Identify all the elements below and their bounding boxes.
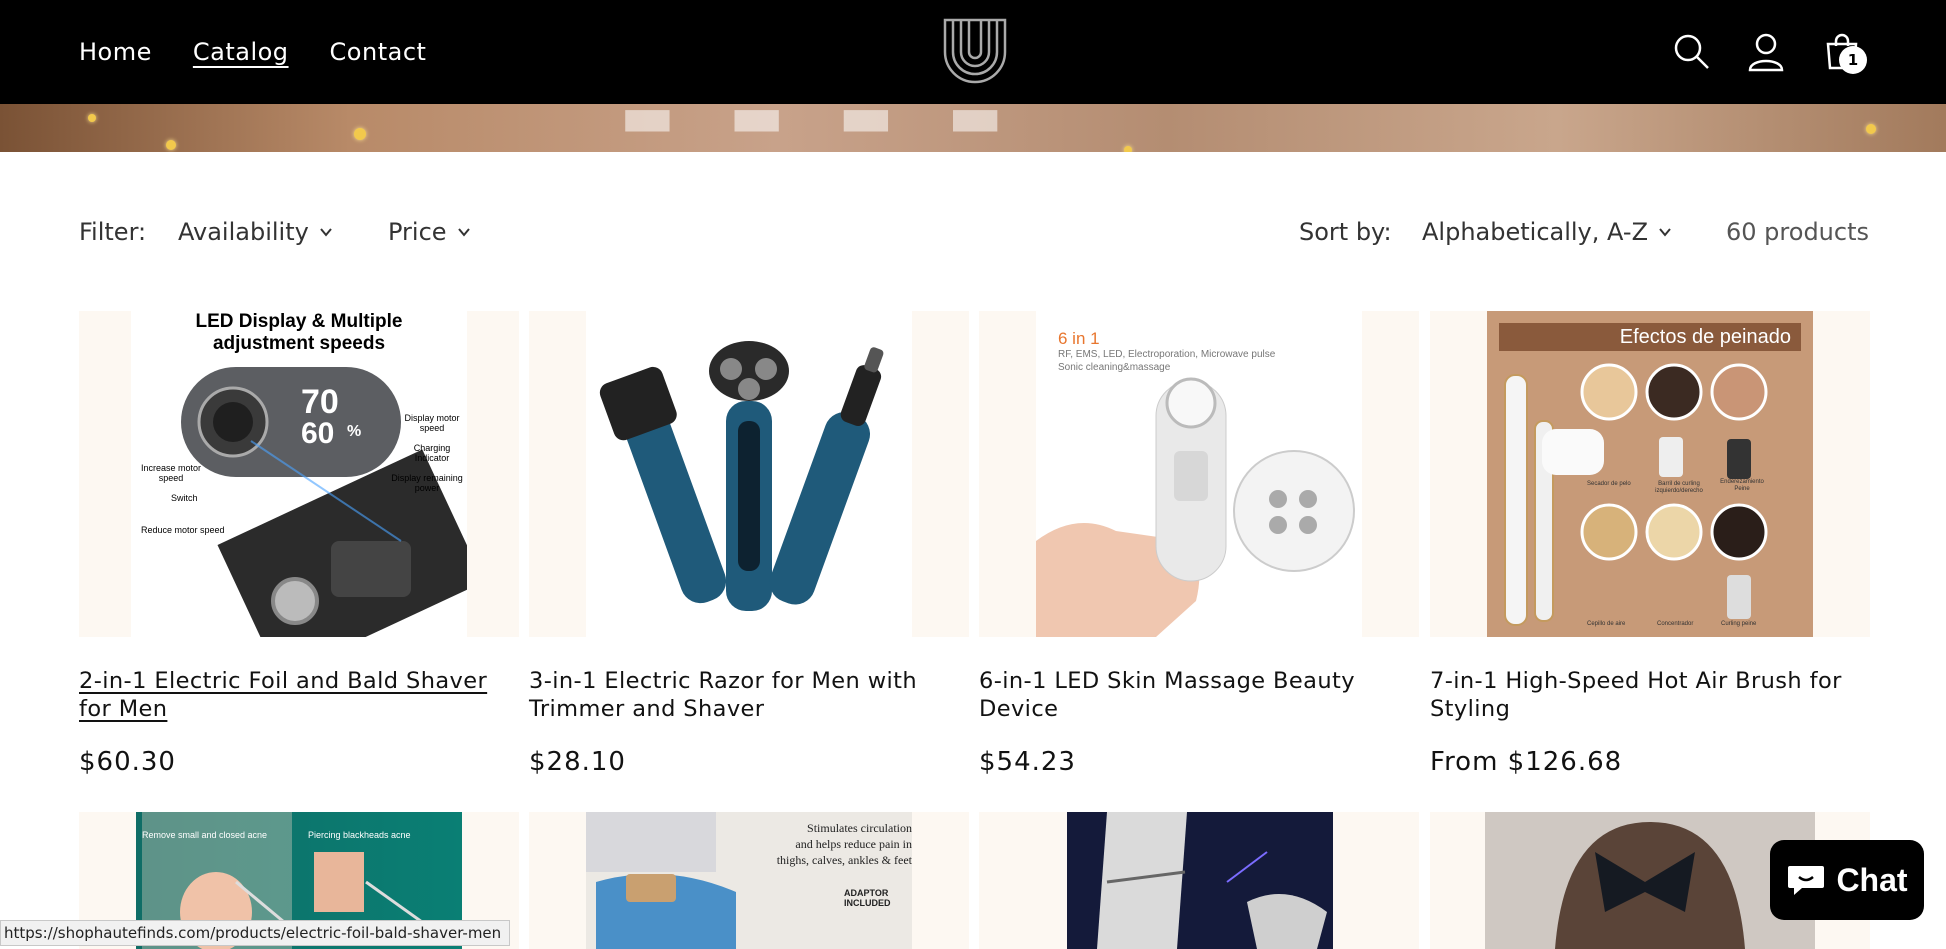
availability-label: Availability [178, 218, 309, 246]
availability-filter[interactable]: Availability [178, 218, 333, 246]
product-title-link[interactable]: 2-in-1 Electric Foil and Bald Shaver for… [79, 667, 519, 723]
product-image[interactable]: Stimulates circulation and helps reduce … [529, 812, 969, 949]
image-heading: LED Display & Multiple adjustment speeds [195, 311, 403, 354]
product-image[interactable]: 6 in 1 RF, EMS, LED, Electroporation, Mi… [979, 311, 1419, 637]
image-label: Enderezamiento Peine [1720, 479, 1764, 492]
product-count: 60 products [1726, 218, 1869, 246]
image-label: Curling peine [1721, 621, 1757, 627]
product-price: From $126.68 [1430, 747, 1623, 777]
image-subtext: Sonic cleaning&massage [1058, 362, 1171, 373]
status-url-bar: https://shophautefinds.com/products/elec… [0, 920, 511, 946]
nav-catalog[interactable]: Catalog [193, 38, 289, 66]
collection-banner: ▬ ▬ ▬ ▬ [0, 104, 1946, 152]
filter-bar: Filter: Availability Price Sort by: Alph… [79, 218, 1869, 254]
product-price: $54.23 [979, 747, 1076, 777]
product-title-link[interactable]: 7-in-1 High-Speed Hot Air Brush for Styl… [1430, 667, 1870, 723]
chat-label: Chat [1836, 861, 1908, 898]
image-callout: Charging Indicator [413, 443, 451, 463]
image-label: Cepillo de aire [1587, 621, 1626, 627]
image-callout: Display motor speed [404, 413, 460, 433]
cart-count-badge: 1 [1839, 46, 1867, 74]
image-callout: Display remaining power [391, 473, 463, 493]
image-callout: Switch [171, 493, 198, 503]
sort-select[interactable]: Alphabetically, A-Z [1422, 218, 1672, 246]
product-price: $60.30 [79, 747, 176, 777]
product-title-link[interactable]: 3-in-1 Electric Razor for Men with Trimm… [529, 667, 969, 723]
image-heading: 6 in 1 [1058, 329, 1100, 348]
product-price: $28.10 [529, 747, 626, 777]
product-image[interactable] [529, 311, 969, 637]
site-header: Home Catalog Contact 1 [0, 0, 1946, 104]
chevron-down-icon [1659, 228, 1671, 237]
image-label: Secador de pelo [1587, 481, 1631, 487]
chevron-down-icon [457, 228, 470, 237]
price-label: Price [388, 218, 447, 246]
account-icon[interactable] [1746, 32, 1786, 72]
store-logo[interactable] [941, 16, 1009, 84]
search-icon[interactable] [1672, 32, 1712, 72]
image-badge-text: ADAPTOR INCLUDED [844, 888, 891, 908]
image-label: Concentrador [1657, 621, 1694, 627]
price-filter[interactable]: Price [388, 218, 471, 246]
sort-value: Alphabetically, A-Z [1422, 218, 1649, 246]
chat-bubble-icon [1788, 866, 1825, 895]
product-title-link[interactable]: 6-in-1 LED Skin Massage Beauty Device [979, 667, 1419, 723]
product-image[interactable]: LED Display & Multiple adjustment speeds… [79, 311, 519, 637]
chat-button[interactable]: Chat [1770, 840, 1924, 920]
image-callout: Reduce motor speed [141, 525, 225, 535]
image-text: Stimulates circulation and helps reduce … [776, 821, 912, 867]
product-image[interactable]: Efectos de peinado Secador de pelo Barri… [1430, 311, 1870, 637]
image-display-value-2: 60 [301, 417, 335, 450]
image-percent: % [347, 423, 362, 440]
main-nav: Home Catalog Contact [79, 0, 426, 104]
nav-contact[interactable]: Contact [330, 38, 427, 66]
image-subtext: RF, EMS, LED, Electroporation, Microwave… [1058, 349, 1276, 360]
product-image[interactable] [979, 812, 1419, 949]
filter-label: Filter: [79, 218, 147, 246]
sort-label: Sort by: [1299, 218, 1392, 246]
nav-home[interactable]: Home [79, 38, 152, 66]
image-callout: Increase motor speed [140, 463, 202, 483]
chevron-down-icon [320, 228, 332, 237]
image-label: Barril de curling izquierdo/derecho [1655, 481, 1703, 494]
banner-ghost-text: ▬ ▬ ▬ ▬ [620, 104, 1021, 150]
